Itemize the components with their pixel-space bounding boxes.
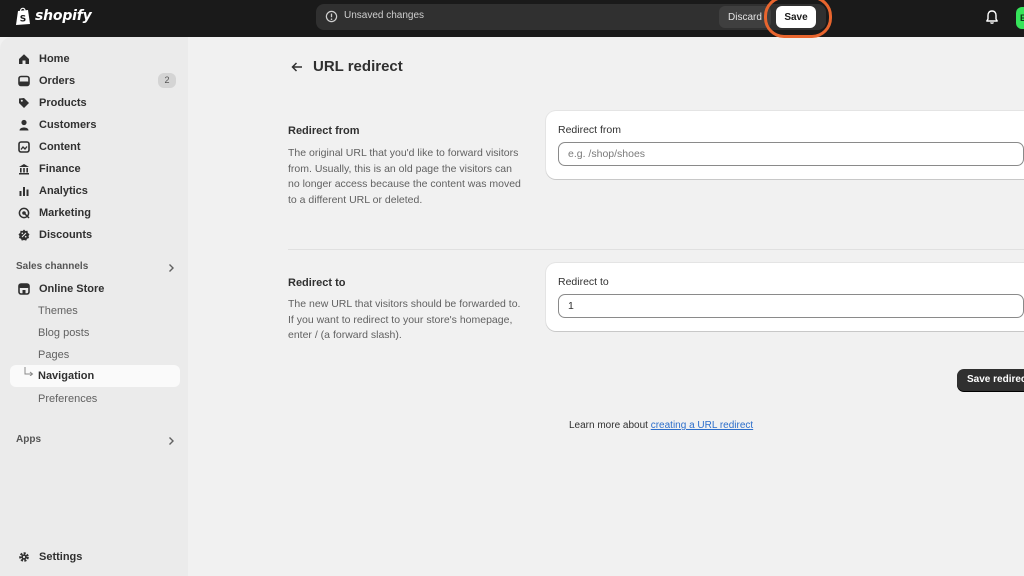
arrow-left-icon[interactable] [290, 60, 304, 74]
target-icon [17, 206, 31, 220]
sidebar-item-products[interactable]: Products [10, 92, 180, 113]
redirect-from-field-label: Redirect from [558, 124, 622, 136]
save-highlight-annotation [764, 0, 832, 38]
store-icon [17, 282, 31, 296]
sidebar-item-discounts[interactable]: Discounts [10, 224, 180, 245]
learn-more-prefix: Learn more about [569, 420, 651, 431]
redirect-from-description: The original URL that you'd like to forw… [288, 147, 521, 206]
info-icon [325, 10, 338, 23]
orders-icon [17, 74, 31, 88]
sales-channels-label[interactable]: Sales channels [16, 261, 88, 272]
sidebar: Home Orders 2 Products Customers Content… [0, 37, 188, 576]
store-avatar[interactable]: E [1016, 7, 1024, 29]
redirect-to-description: The new URL that visitors should be forw… [288, 298, 521, 341]
sidebar-item-finance[interactable]: Finance [10, 158, 180, 179]
chevron-right-icon[interactable] [166, 436, 176, 446]
bell-icon[interactable] [985, 9, 999, 25]
sidebar-item-marketing[interactable]: Marketing [10, 202, 180, 223]
sidebar-subitem-blog-posts[interactable]: Blog posts [38, 327, 89, 339]
orders-count-badge: 2 [158, 73, 176, 88]
top-bar: S shopify Unsaved changes Discard Save E [0, 0, 1024, 38]
tree-connector-icon [24, 367, 34, 376]
sidebar-item-content[interactable]: Content [10, 136, 180, 157]
sidebar-item-settings[interactable]: Settings [10, 546, 180, 567]
sidebar-item-customers[interactable]: Customers [10, 114, 180, 135]
sidebar-item-orders[interactable]: Orders 2 [10, 70, 180, 91]
person-icon [17, 118, 31, 132]
redirect-to-card: Redirect to [546, 263, 1024, 331]
redirect-to-field-label: Redirect to [558, 276, 609, 288]
gear-icon [17, 550, 31, 564]
learn-more-link[interactable]: creating a URL redirect [651, 420, 753, 431]
page-title: URL redirect [313, 58, 403, 75]
sidebar-subitem-themes[interactable]: Themes [38, 305, 78, 317]
bank-icon [17, 162, 31, 176]
svg-text:S: S [20, 15, 26, 25]
redirect-from-card: Redirect from [546, 111, 1024, 179]
discount-icon [17, 228, 31, 242]
sidebar-item-home[interactable]: Home [10, 48, 180, 69]
brand-name: shopify [35, 8, 92, 24]
unsaved-changes-bar: Unsaved changes Discard Save [316, 4, 826, 30]
content-icon [17, 140, 31, 154]
apps-label[interactable]: Apps [16, 434, 41, 445]
shopify-logo[interactable]: S shopify [15, 6, 92, 26]
sidebar-item-analytics[interactable]: Analytics [10, 180, 180, 201]
section-divider [288, 249, 1024, 250]
redirect-from-input[interactable] [558, 142, 1024, 166]
save-redirect-button[interactable]: Save redirect [957, 369, 1024, 391]
tag-icon [17, 96, 31, 110]
sidebar-subitem-pages[interactable]: Pages [38, 349, 69, 361]
redirect-to-heading: Redirect to [288, 277, 346, 289]
chevron-right-icon[interactable] [166, 263, 176, 273]
sidebar-subitem-navigation[interactable]: Navigation [10, 365, 180, 387]
sidebar-item-online-store[interactable]: Online Store [10, 278, 180, 299]
home-icon [17, 52, 31, 66]
learn-more-text: Learn more about creating a URL redirect [569, 420, 753, 431]
shopify-bag-icon: S [16, 7, 30, 25]
bar-chart-icon [17, 184, 31, 198]
page-header: URL redirect [290, 58, 403, 75]
sidebar-subitem-preferences[interactable]: Preferences [38, 393, 97, 405]
redirect-to-input[interactable] [558, 294, 1024, 318]
redirect-from-heading: Redirect from [288, 125, 360, 137]
unsaved-changes-text: Unsaved changes [344, 10, 425, 21]
